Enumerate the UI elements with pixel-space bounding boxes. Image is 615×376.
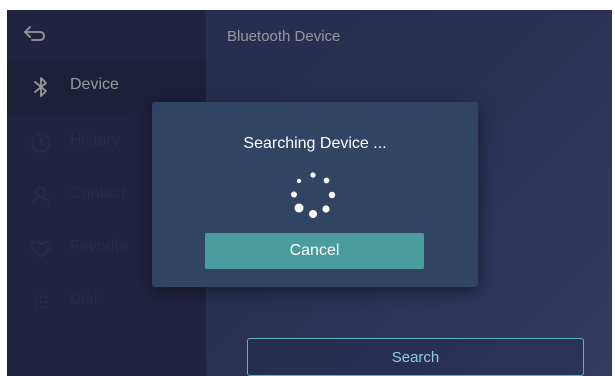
app-screen: Device History Contact Favorite Dial Blu… bbox=[7, 10, 612, 376]
search-button[interactable]: Search bbox=[247, 338, 584, 376]
loading-spinner-icon bbox=[291, 172, 336, 218]
dialog-title: Searching Device ... bbox=[243, 135, 387, 152]
searching-dialog: Searching Device ... Cancel bbox=[152, 102, 478, 287]
cancel-button[interactable]: Cancel bbox=[205, 233, 424, 269]
